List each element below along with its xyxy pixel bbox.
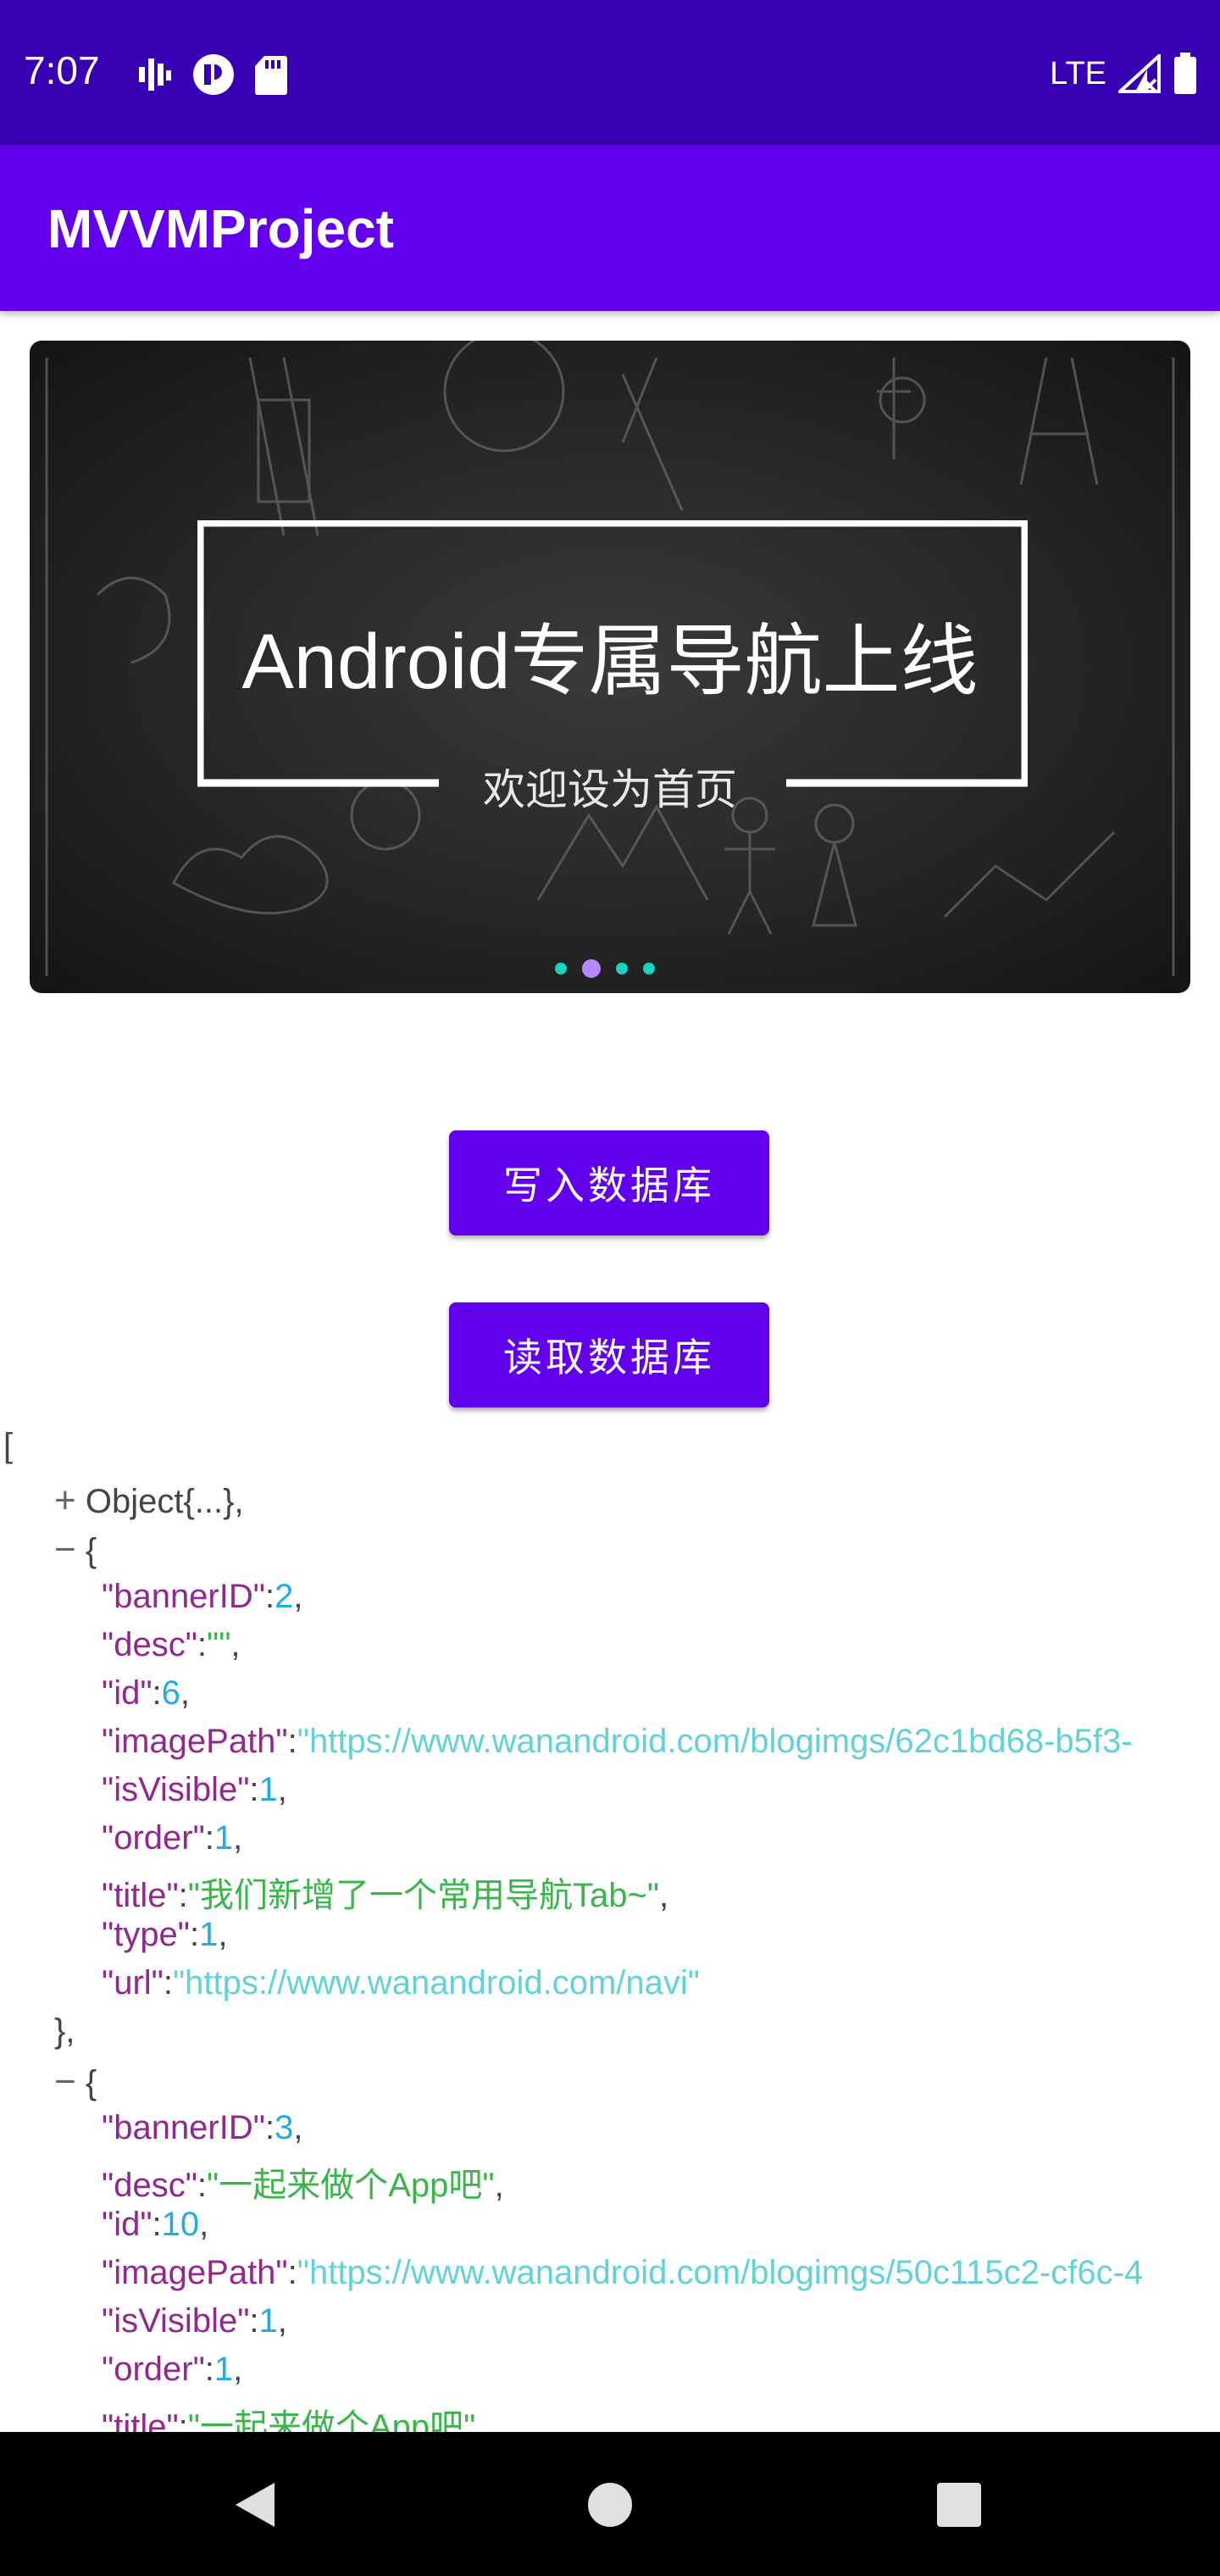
indicator-dot-active[interactable] [582,959,601,978]
battery-icon [1174,53,1196,94]
signal-icon [1118,54,1161,93]
json-object-close: }, [54,2012,75,2050]
value: 1 [258,1771,278,1808]
value: 1 [214,1819,234,1857]
collapse-toggle[interactable]: − [54,1529,76,1570]
value: 6 [161,1674,180,1712]
indicator-dot[interactable] [616,963,628,974]
collapse-toggle[interactable]: − [54,2061,76,2102]
value: "https://www.wanandroid.com/blogimgs/62c… [297,1723,1133,1760]
sd-card-icon [255,56,287,95]
indicator-dot[interactable] [643,963,655,974]
json-field-isvisible: "isVisible":1, [102,1771,287,1808]
status-time: 7:07 [24,48,100,92]
write-database-button[interactable]: 写入数据库 [449,1130,769,1235]
json-field-title: "title":"我们新增了一个常用导航Tab~", [102,1877,669,1914]
json-field-desc: "desc":"一起来做个App吧", [102,2167,504,2204]
signal-bars-icon [139,58,171,91]
json-field-bannerid: "bannerID":2, [102,1578,303,1615]
value: "一起来做个App吧", [187,2408,485,2432]
value: 2 [274,1578,294,1615]
json-field-imagepath[interactable]: "imagePath":"https://www.wanandroid.com/… [102,1723,1133,1761]
json-field-bannerid: "bannerID":3, [102,2109,303,2146]
indicator-dot[interactable] [555,963,567,974]
json-object-open[interactable]: − { [54,1529,97,1571]
home-icon[interactable] [585,2479,635,2530]
json-field-id: "id":6, [102,1674,191,1712]
recents-icon[interactable] [935,2481,983,2529]
value: "一起来做个App吧" [207,2167,495,2204]
value: 1 [214,2351,234,2388]
json-field-order: "order":1, [102,1819,243,1857]
json-field-id: "id":10, [102,2206,209,2243]
open-brace: { [85,2064,97,2101]
json-field-order: "order":1, [102,2351,243,2388]
navigation-bar [0,2432,1220,2576]
value: "我们新增了一个常用导航Tab~" [187,1877,660,1914]
expand-toggle[interactable]: + [54,1480,76,1521]
json-open-bracket: [ [3,1427,14,1464]
value: 1 [199,1916,219,1953]
status-icons-left [137,53,288,97]
banner-title: Android专属导航上线 [241,619,979,705]
read-database-button[interactable]: 读取数据库 [449,1302,769,1407]
value: "https://www.wanandroid.com/blogimgs/50c… [297,2254,1144,2291]
json-viewer: [ + Object{...}, − { "bannerID":2, "desc… [0,1424,1220,2432]
page-indicator[interactable] [555,959,655,978]
json-field-title: "title":"一起来做个App吧", [102,2399,485,2432]
value: "" [207,1626,231,1663]
app-title: MVVMProject [47,198,394,259]
value: 10 [161,2206,200,2243]
json-field-url[interactable]: "url":"https://www.wanandroid.com/navi" [102,1964,700,2002]
network-type: LTE [1050,55,1106,92]
value: 1 [258,2302,278,2340]
collapsed-label: Object{...}, [85,1483,244,1520]
banner-carousel[interactable]: Android专属导航上线 欢迎设为首页 [30,341,1190,993]
json-field-isvisible: "isVisible":1, [102,2302,287,2340]
app-bar: MVVMProject [0,145,1220,311]
notification-icon [193,54,234,95]
banner-subtitle: 欢迎设为首页 [483,765,737,814]
status-bar: 7:07 LTE [0,0,1220,145]
json-field-type: "type":1, [102,1916,228,1953]
json-field-desc: "desc":"", [102,1626,241,1663]
status-icons-right: LTE [1050,53,1198,95]
json-object-open[interactable]: − { [54,2061,97,2103]
back-icon[interactable] [230,2479,281,2530]
value: 3 [274,2109,294,2146]
json-collapsed-item[interactable]: + Object{...}, [54,1480,244,1522]
json-field-imagepath[interactable]: "imagePath":"https://www.wanandroid.com/… [102,2254,1143,2292]
value: "https://www.wanandroid.com/navi" [172,1964,700,2001]
open-brace: { [85,1532,97,1569]
